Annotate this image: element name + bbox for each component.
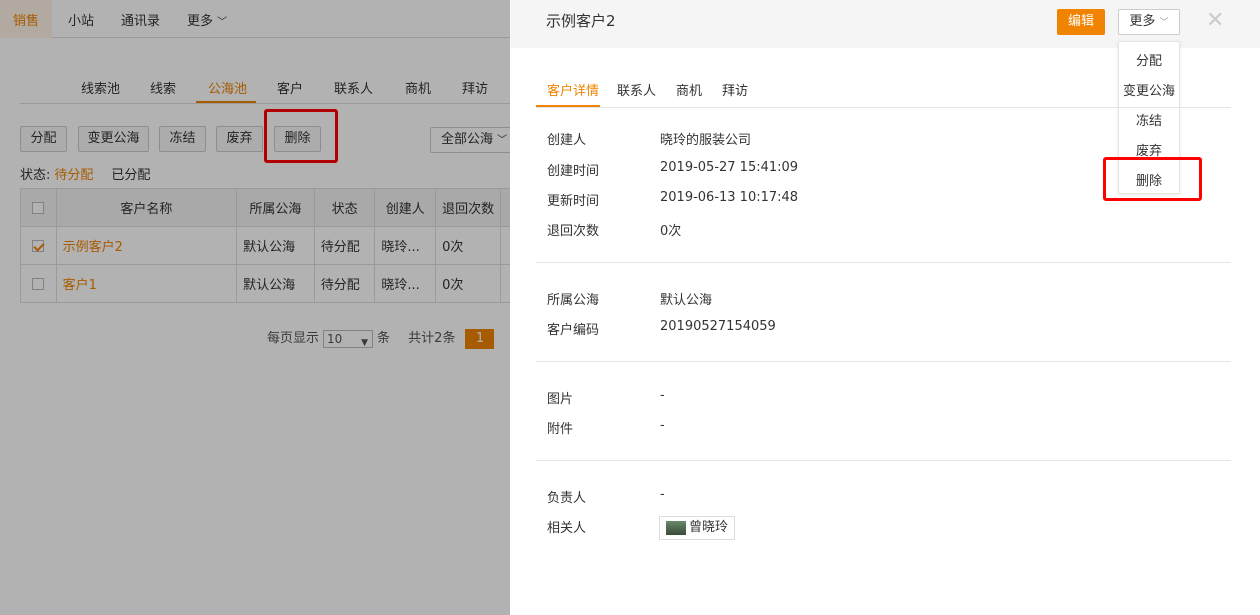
label-pool: 所属公海 [547, 293, 600, 308]
panel-tabs-divider [536, 107, 1231, 108]
more-button[interactable]: 更多 ﹀ [1118, 9, 1180, 35]
customer-detail-panel: 示例客户2 编辑 更多 ﹀ ✕ 分配 变更公海 冻结 废弃 删除 客户详情 联系… [510, 0, 1260, 615]
tab-panel-visits[interactable]: 拜访 [722, 80, 748, 99]
label-updated-time: 更新时间 [547, 194, 600, 209]
label-created-time: 创建时间 [547, 164, 600, 179]
panel-title: 示例客户2 [546, 12, 616, 30]
label-related-people: 相关人 [547, 521, 587, 536]
label-return-count: 退回次数 [547, 224, 600, 239]
value-return-count: 0次 [660, 224, 682, 239]
label-attachment: 附件 [547, 422, 574, 437]
label-customer-code: 客户编码 [547, 323, 600, 338]
value-owner: - [660, 487, 665, 502]
value-updated-time: 2019-06-13 10:17:48 [660, 190, 799, 205]
value-pool: 默认公海 [660, 293, 713, 308]
section-divider [536, 460, 1231, 461]
more-button-label: 更多 [1129, 14, 1156, 29]
value-attachment: - [660, 418, 665, 433]
value-image: - [660, 388, 665, 403]
edit-button[interactable]: 编辑 [1057, 9, 1105, 35]
chevron-down-icon: ﹀ [1159, 18, 1169, 28]
label-image: 图片 [547, 392, 574, 407]
value-customer-code: 20190527154059 [660, 319, 776, 334]
tab-panel-opportunities[interactable]: 商机 [676, 80, 702, 99]
tab-panel-contacts[interactable]: 联系人 [617, 80, 656, 99]
value-created-time: 2019-05-27 15:41:09 [660, 160, 799, 175]
related-person-chip[interactable]: 曾晓玲 [659, 516, 735, 540]
menu-item-change-pool[interactable]: 变更公海 [1119, 80, 1179, 99]
tab-customer-detail[interactable]: 客户详情 [547, 80, 599, 99]
related-person-name: 曾晓玲 [689, 520, 729, 535]
avatar [666, 521, 686, 535]
label-owner: 负责人 [547, 491, 587, 506]
close-icon[interactable]: ✕ [1206, 8, 1224, 33]
section-divider [536, 361, 1231, 362]
highlight-box-menu-delete [1103, 157, 1202, 201]
modal-overlay[interactable] [0, 0, 510, 615]
panel-tab-active-indicator [536, 105, 600, 107]
label-creator: 创建人 [547, 133, 587, 148]
section-divider [536, 262, 1231, 263]
menu-item-assign[interactable]: 分配 [1119, 50, 1179, 69]
menu-item-freeze[interactable]: 冻结 [1119, 110, 1179, 129]
value-creator: 晓玲的服装公司 [660, 133, 752, 148]
